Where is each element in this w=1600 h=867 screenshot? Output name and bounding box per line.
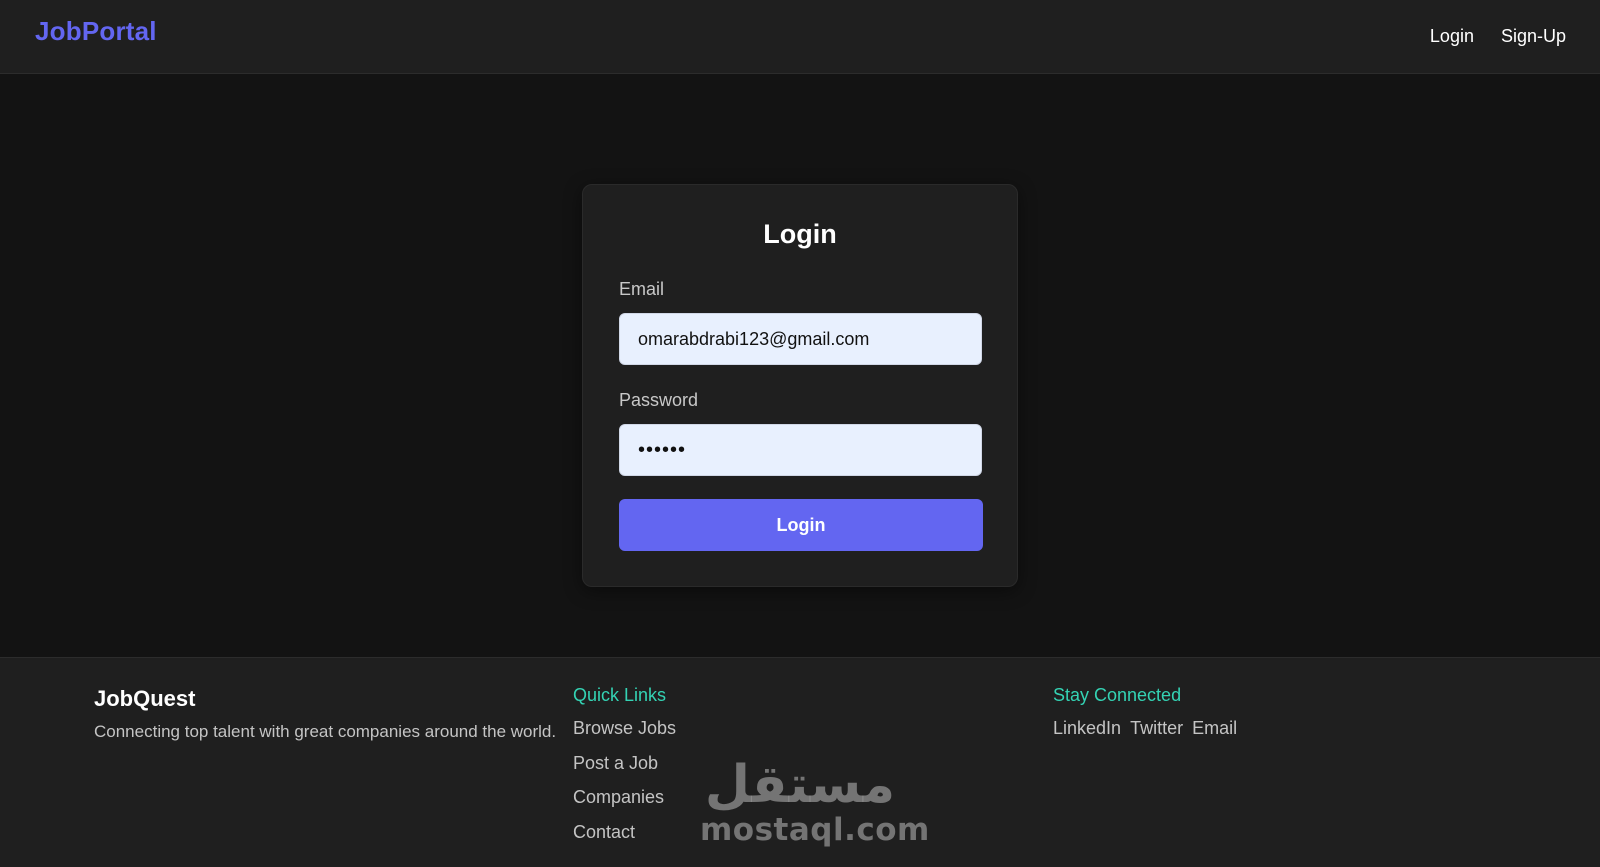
quick-links-heading: Quick Links (573, 685, 667, 705)
nav-signup-link[interactable]: Sign-Up (1501, 26, 1566, 47)
password-input[interactable] (619, 424, 982, 476)
login-title: Login (763, 219, 837, 249)
quick-link-browse-jobs[interactable]: Browse Jobs (573, 718, 676, 753)
mostaql-watermark: مستقل mostaql.com (700, 755, 930, 851)
quick-links-list: Browse Jobs Post a Job Companies Contact (573, 718, 676, 856)
quick-link-contact[interactable]: Contact (573, 822, 676, 857)
quick-link-companies[interactable]: Companies (573, 787, 676, 822)
stay-connected-heading: Stay Connected (1053, 685, 1182, 705)
brand-logo[interactable]: JobPortal (35, 16, 157, 47)
footer-tagline: Connecting top talent with great compani… (94, 722, 557, 741)
footer-brand: JobQuest (94, 686, 196, 711)
email-label: Email (619, 279, 665, 299)
top-navbar: JobPortal Login Sign-Up (0, 0, 1600, 74)
nav-login-link[interactable]: Login (1430, 26, 1474, 47)
main-content: Login Email Password Login (0, 74, 1600, 657)
watermark-arabic-text: مستقل (704, 755, 896, 815)
login-submit-button[interactable]: Login (619, 499, 983, 551)
social-link-linkedin[interactable]: LinkedIn (1053, 718, 1121, 739)
nav-links: Login Sign-Up (1430, 26, 1566, 47)
social-link-twitter[interactable]: Twitter (1130, 718, 1183, 739)
email-input[interactable] (619, 313, 982, 365)
quick-link-post-a-job[interactable]: Post a Job (573, 753, 676, 788)
watermark-latin-text: mostaql.com (700, 812, 930, 848)
login-card: Login Email Password Login (582, 184, 1018, 587)
social-link-email[interactable]: Email (1192, 718, 1237, 739)
social-links: LinkedIn Twitter Email (1053, 718, 1237, 739)
password-label: Password (619, 390, 699, 410)
